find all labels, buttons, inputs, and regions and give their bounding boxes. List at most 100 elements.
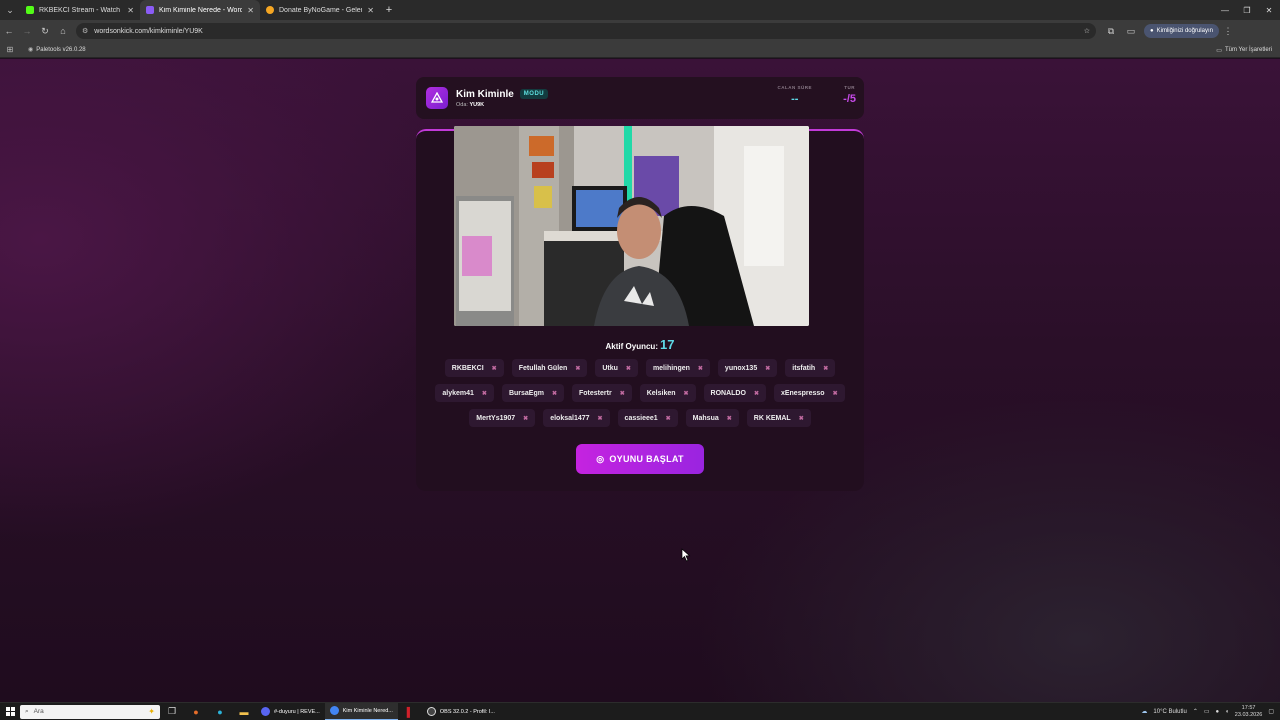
- kick-player-icon[interactable]: ✖: [620, 390, 625, 397]
- browser-toolbar: ← → ↻ ⌂ ⚙ wordsonkick.com/kimkiminle/YU9…: [0, 20, 1280, 42]
- tab-search-chevron-icon[interactable]: ⌄: [0, 0, 20, 20]
- discord-icon: [261, 707, 270, 716]
- profile-button[interactable]: ● Kimliğinizi doğrulayın: [1144, 24, 1219, 38]
- streamer-webcam-video: [454, 126, 809, 326]
- browser-tab-active[interactable]: Kim Kiminle Nerede - Words O ✕: [140, 0, 260, 20]
- kick-player-icon[interactable]: ✖: [492, 365, 497, 372]
- kick-player-icon[interactable]: ✖: [523, 415, 528, 422]
- kick-player-icon[interactable]: ✖: [482, 390, 487, 397]
- reload-icon[interactable]: ↻: [36, 20, 54, 42]
- clock-date: 23.03.2026: [1234, 711, 1263, 718]
- kick-player-icon[interactable]: ✖: [823, 365, 828, 372]
- close-icon[interactable]: ✕: [367, 6, 374, 15]
- bookmark-label: Paletools v26.0.28: [36, 46, 86, 53]
- avatar-icon: ●: [1150, 28, 1154, 34]
- minimize-icon[interactable]: —: [1214, 0, 1236, 20]
- windows-start-icon[interactable]: [0, 703, 20, 720]
- player-name: RONALDO: [710, 389, 746, 397]
- new-tab-plus-icon[interactable]: +: [380, 4, 398, 16]
- bookmark-star-icon[interactable]: ☆: [1084, 27, 1090, 35]
- start-game-button[interactable]: ◎ OYUNU BAŞLAT: [576, 444, 704, 474]
- kick-player-icon[interactable]: ✖: [598, 415, 603, 422]
- kick-player-icon[interactable]: ✖: [833, 390, 838, 397]
- speaker-icon[interactable]: ◖: [1225, 709, 1229, 715]
- clock[interactable]: 17:57 23.03.2026: [1235, 705, 1263, 719]
- cast-icon[interactable]: ▭: [1122, 26, 1140, 37]
- apps-grid-icon[interactable]: ⊞: [0, 45, 20, 54]
- taskbar-app-label: OBS 32.0.2 - Profil: I...: [439, 708, 495, 715]
- clock-time: 17:57: [1241, 704, 1256, 711]
- game-title: Kim Kiminle: [456, 88, 514, 100]
- file-explorer-icon[interactable]: ▬: [232, 707, 256, 717]
- close-icon[interactable]: ✕: [247, 6, 254, 15]
- player-row: MertYs1907 ✖ eloksal1477 ✖ cassieee1 ✖ Mahsua ✖…: [416, 409, 864, 427]
- chevron-up-icon[interactable]: ⌃: [1193, 708, 1198, 715]
- player-chip: Fetullah Gülen ✖: [511, 359, 588, 377]
- home-icon[interactable]: ⌂: [54, 20, 72, 42]
- browser-tab-strip: ⌄ RKBEKCI Stream - Watch Live o ✕ Kim Ki…: [0, 0, 1280, 20]
- windows-taskbar: ⌕ Ara ✦ ❐ ● ● ▬ #-duyuru | REVE... Kim K…: [0, 702, 1280, 720]
- taskbar-app-label: Kim Kiminle Nered...: [342, 707, 393, 714]
- site-info-icon[interactable]: ⚙: [82, 27, 88, 35]
- active-players-label: Aktif Oyuncu:: [605, 342, 658, 351]
- player-chip: cassieee1 ✖: [617, 409, 678, 427]
- mic-icon[interactable]: ●: [1216, 709, 1220, 715]
- taskbar-app-chrome[interactable]: Kim Kiminle Nered...: [324, 702, 398, 720]
- player-name: xEnespresso: [780, 389, 825, 397]
- kick-player-icon[interactable]: ✖: [765, 365, 770, 372]
- weather-cloud-icon: ☁: [1141, 709, 1148, 715]
- tab-title: Donate ByNoGame - Gelen/Gid: [279, 6, 362, 14]
- browser-tab[interactable]: RKBEKCI Stream - Watch Live o ✕: [20, 0, 140, 20]
- player-chip: Fotestertr ✖: [572, 384, 632, 402]
- close-icon[interactable]: ✕: [127, 6, 134, 15]
- forward-arrow-icon[interactable]: →: [18, 20, 36, 42]
- taskbar-app-obs[interactable]: OBS 32.0.2 - Profil: I...: [422, 703, 500, 720]
- kick-player-icon[interactable]: ✖: [754, 390, 759, 397]
- player-chip: BursaEgm ✖: [501, 384, 564, 402]
- taskbar-app-discord[interactable]: #-duyuru | REVE...: [256, 703, 325, 720]
- player-list: RKBEKCI ✖ Fetullah Gülen ✖ Utku ✖ melihingen ✖ y…: [416, 359, 864, 434]
- kick-player-icon[interactable]: ✖: [626, 365, 631, 372]
- player-chip: xEnespresso ✖: [773, 384, 845, 402]
- bookmark-item[interactable]: ◉ Paletools v26.0.28: [28, 46, 86, 54]
- kick-player-icon[interactable]: ✖: [727, 415, 732, 422]
- kick-player-icon[interactable]: ✖: [552, 390, 557, 397]
- player-chip: Utku ✖: [595, 359, 638, 377]
- browser-tab[interactable]: Donate ByNoGame - Gelen/Gid ✕: [260, 0, 380, 20]
- kick-player-icon[interactable]: ✖: [684, 390, 689, 397]
- search-placeholder: Ara: [33, 708, 44, 715]
- weather-text[interactable]: 10°C Bulutlu: [1153, 709, 1186, 715]
- close-window-icon[interactable]: ✕: [1258, 0, 1280, 20]
- address-bar[interactable]: ⚙ wordsonkick.com/kimkiminle/YU9K ☆: [76, 23, 1096, 39]
- kick-player-icon[interactable]: ✖: [698, 365, 703, 372]
- taskbar-search-input[interactable]: ⌕ Ara ✦: [20, 704, 160, 719]
- room-label: Oda:: [456, 101, 468, 108]
- bookmarks-bar: ⊞ ◉ Paletools v26.0.28 ▭ Tüm Yer İşaretl…: [0, 42, 1280, 58]
- notification-icon[interactable]: ▢: [1268, 708, 1274, 715]
- extensions-icon[interactable]: ⧉: [1102, 26, 1120, 37]
- game-card: Aktif Oyuncu: 17 RKBEKCI ✖ Fetullah Gülen ✖ U…: [416, 126, 864, 491]
- active-players: Aktif Oyuncu: 17: [416, 337, 864, 352]
- copilot-sparkle-icon: ✦: [148, 707, 155, 716]
- start-game-label: OYUNU BAŞLAT: [609, 454, 684, 464]
- kick-player-icon[interactable]: ✖: [799, 415, 804, 422]
- all-bookmarks[interactable]: ▭ Tüm Yer İşaretleri: [1216, 42, 1272, 58]
- system-tray: ☁ 10°C Bulutlu ⌃ ▭ ● ◖ 17:57 23.03.2026 …: [1141, 705, 1280, 719]
- player-name: yunox135: [724, 364, 758, 372]
- kick-player-icon[interactable]: ✖: [666, 415, 671, 422]
- player-name: Utku: [602, 364, 618, 372]
- back-arrow-icon[interactable]: ←: [0, 20, 18, 42]
- kick-player-icon[interactable]: ✖: [575, 365, 580, 372]
- player-chip: RK KEMAL ✖: [746, 409, 811, 427]
- player-chip: RONALDO ✖: [703, 384, 766, 402]
- maximize-icon[interactable]: ❐: [1236, 0, 1258, 20]
- profile-label: Kimliğinizi doğrulayın: [1156, 28, 1213, 34]
- task-view-icon[interactable]: ❐: [160, 706, 184, 717]
- player-name: cassieee1: [624, 414, 658, 422]
- app-icon[interactable]: ●: [184, 707, 208, 717]
- round-stat: TUR -/5: [843, 85, 856, 105]
- network-icon[interactable]: ▭: [1204, 708, 1210, 715]
- red-app-icon[interactable]: ▌: [398, 707, 422, 717]
- edge-icon[interactable]: ●: [208, 707, 232, 717]
- menu-dots-icon[interactable]: ⋮: [1219, 20, 1237, 42]
